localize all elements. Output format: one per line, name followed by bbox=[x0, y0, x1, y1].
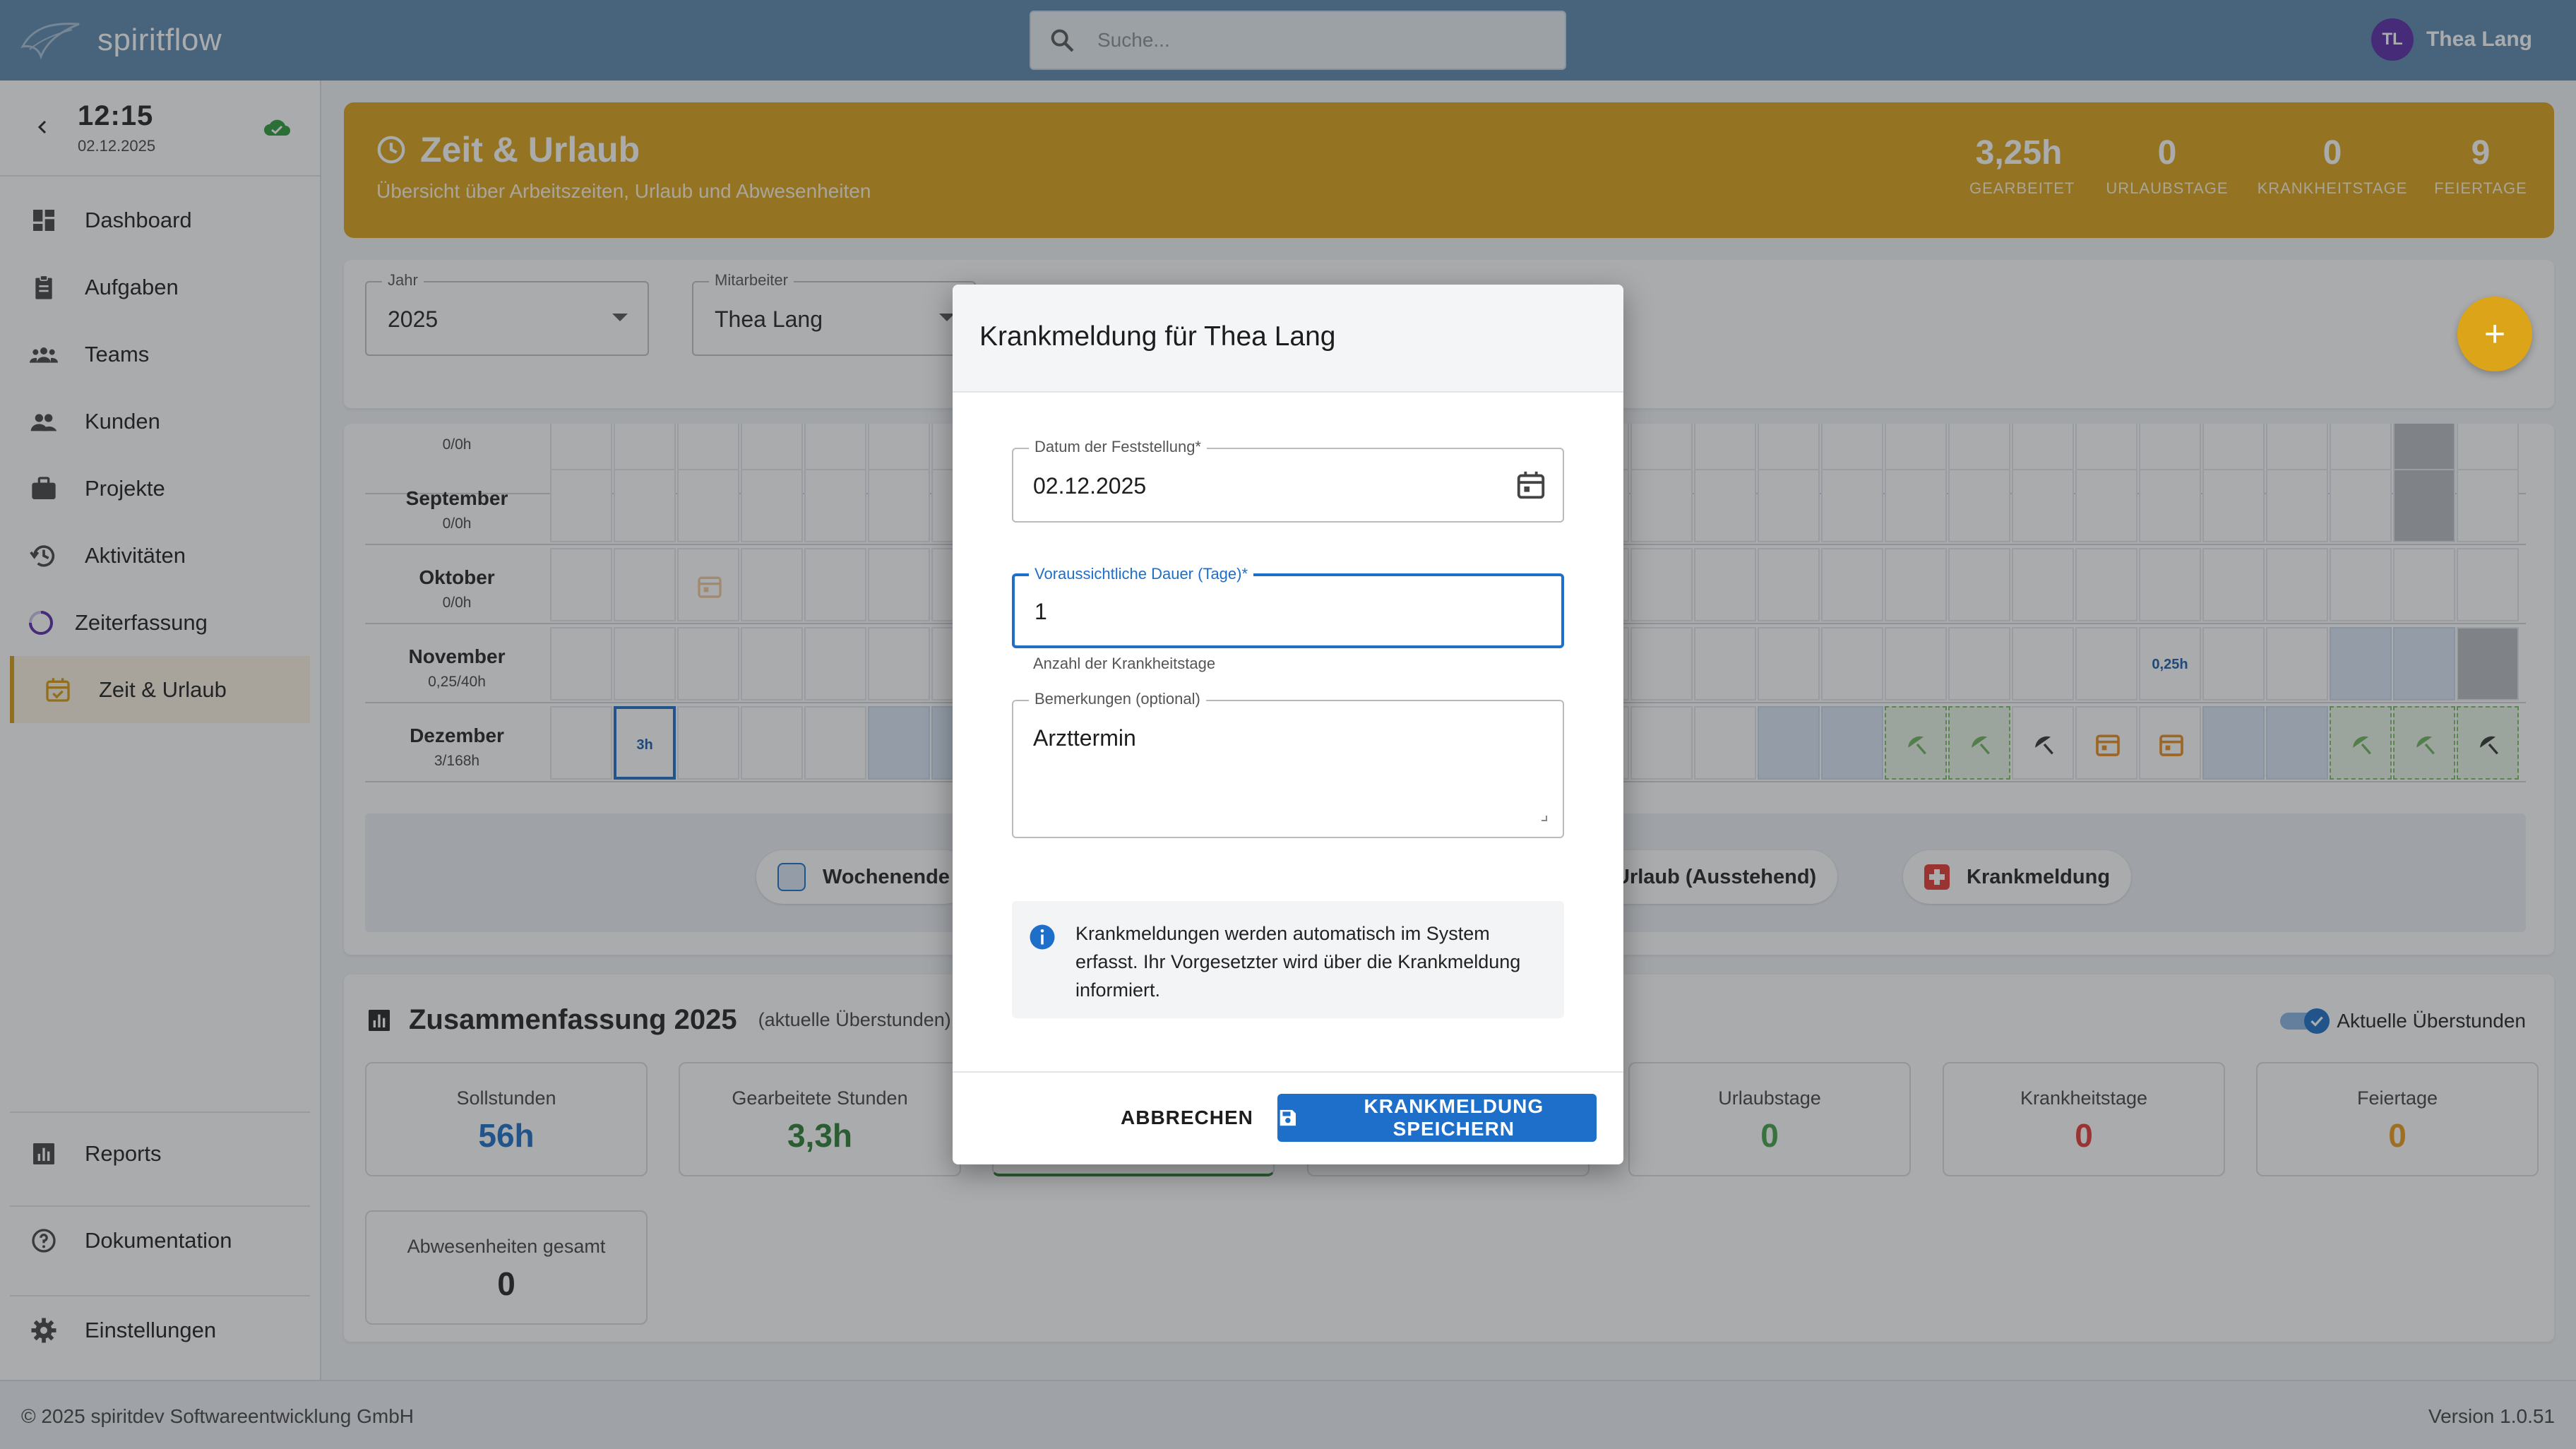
date-field-value: 02.12.2025 bbox=[1033, 473, 1147, 499]
duration-helper-text: Anzahl der Krankheitstage bbox=[1033, 655, 1216, 672]
remarks-field[interactable]: Bemerkungen (optional) Arzttermin bbox=[1012, 690, 1564, 838]
save-button-label: KRANKMELDUNG SPEICHERN bbox=[1364, 1095, 1544, 1140]
save-icon bbox=[1280, 1109, 1296, 1126]
dialog-title: Krankmeldung für Thea Lang bbox=[979, 321, 1336, 352]
info-text: Krankmeldungen werden automatisch im Sys… bbox=[1075, 923, 1521, 1001]
cancel-button[interactable]: ABBRECHEN bbox=[1101, 1094, 1273, 1142]
calendar-icon[interactable] bbox=[1515, 469, 1547, 501]
remarks-field-value: Arzttermin bbox=[1033, 725, 1136, 751]
duration-field-label: Voraussichtliche Dauer (Tage)* bbox=[1029, 565, 1254, 583]
resize-handle[interactable] bbox=[1542, 816, 1547, 821]
date-field[interactable]: Datum der Feststellung* 02.12.2025 bbox=[1012, 438, 1564, 523]
dialog-header: Krankmeldung für Thea Lang bbox=[953, 285, 1623, 393]
sick-note-dialog: Krankmeldung für Thea Lang Datum der Fes… bbox=[953, 285, 1623, 1164]
save-sick-note-button[interactable]: KRANKMELDUNG SPEICHERN bbox=[1277, 1094, 1597, 1142]
remarks-field-label: Bemerkungen (optional) bbox=[1029, 690, 1206, 708]
info-box: Krankmeldungen werden automatisch im Sys… bbox=[1012, 901, 1564, 1018]
duration-field[interactable]: Voraussichtliche Dauer (Tage)* 1 bbox=[1012, 565, 1564, 648]
dialog-actions: ABBRECHEN KRANKMELDUNG SPEICHERN bbox=[953, 1071, 1623, 1164]
date-field-label: Datum der Feststellung* bbox=[1029, 438, 1207, 456]
info-icon bbox=[1030, 924, 1055, 950]
duration-field-value: 1 bbox=[1034, 599, 1047, 624]
add-button[interactable]: + bbox=[2457, 297, 2532, 371]
